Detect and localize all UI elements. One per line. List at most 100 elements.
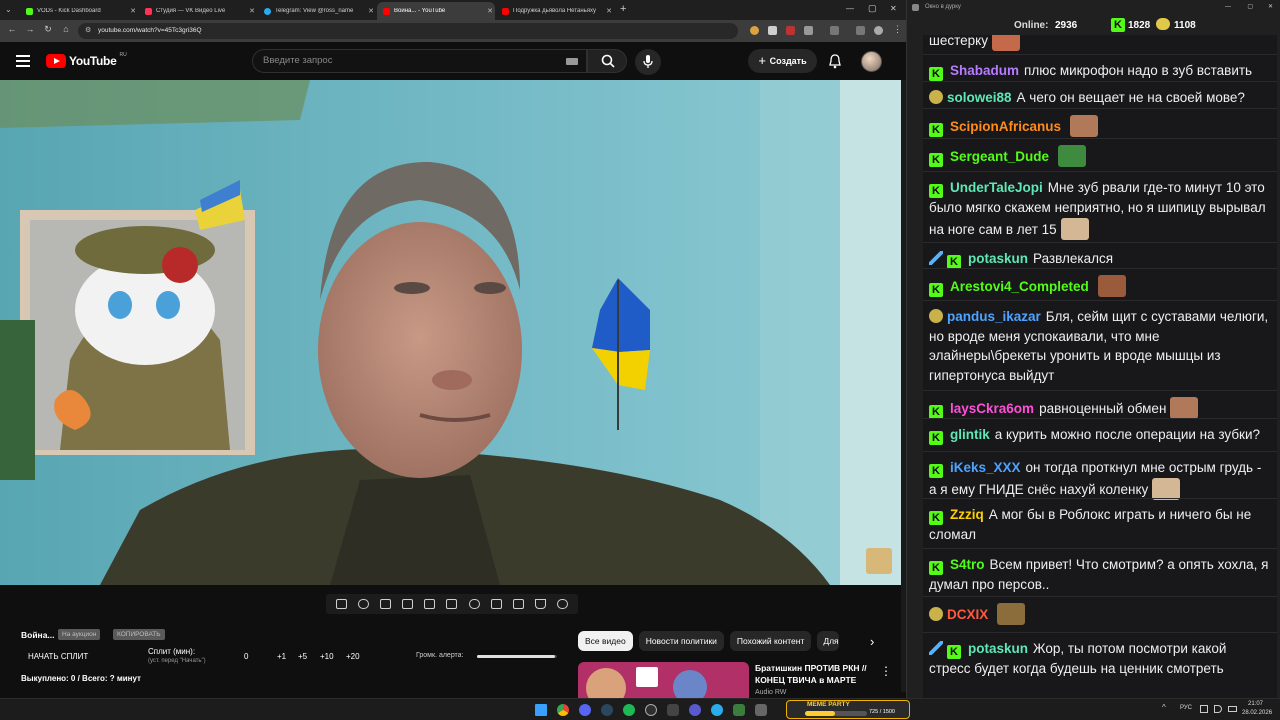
screen-icon[interactable] (424, 599, 436, 609)
add-icon[interactable] (490, 599, 502, 609)
chrome-icon[interactable] (557, 704, 569, 716)
network-icon[interactable] (1200, 705, 1208, 713)
tab-vk-studio[interactable]: Студия — VK Видео Live ✕ (139, 2, 257, 20)
minimize-button[interactable]: — (846, 4, 854, 13)
chat-username[interactable]: iKeks_XXX (950, 460, 1021, 475)
alert-volume-slider[interactable] (477, 655, 557, 658)
extension-icon[interactable] (750, 26, 759, 35)
search-button[interactable] (587, 49, 627, 73)
chat-username[interactable]: potaskun (968, 251, 1028, 266)
download-icon[interactable] (830, 26, 839, 35)
tab-youtube-2[interactable]: Подружка дьявола Нетаньяху ✕ (496, 2, 614, 20)
telegram-icon[interactable] (711, 704, 723, 716)
back-icon[interactable]: ← (6, 24, 18, 34)
video-title-line1[interactable]: Братишкин ПРОТИВ РКН // (755, 663, 867, 673)
app-icon[interactable] (689, 704, 701, 716)
reload-icon[interactable]: ↻ (42, 24, 54, 35)
meme-party-widget[interactable]: MEME PARTY 725 / 1500 (786, 700, 910, 719)
app-icon[interactable] (755, 704, 767, 716)
bell-icon[interactable] (828, 54, 842, 69)
chat-username[interactable]: S4tro (950, 557, 985, 572)
steam-icon[interactable] (601, 704, 613, 716)
video-channel[interactable]: Audio RW (755, 689, 786, 696)
forward-icon[interactable]: → (24, 24, 36, 34)
chip-politics-news[interactable]: Новости политики (638, 631, 724, 651)
screenshot-icon[interactable] (512, 599, 524, 609)
broadcast-icon[interactable] (357, 599, 369, 609)
chip-similar-content[interactable]: Похожий контент (729, 631, 812, 651)
close-tab-icon[interactable]: ✕ (247, 7, 257, 15)
menu-dots-icon[interactable]: ⋮ (893, 24, 902, 35)
menu-icon[interactable] (16, 55, 30, 67)
chat-username[interactable]: DCXIX (947, 607, 988, 622)
volume-icon[interactable] (1214, 705, 1222, 713)
chat-username[interactable]: Shabadum (950, 63, 1019, 78)
chat-username[interactable]: pandus_ikazar (947, 309, 1041, 324)
extension-icon[interactable] (786, 26, 795, 35)
clock-time[interactable]: 21:07 (1248, 701, 1263, 707)
create-button[interactable]: + Создать (748, 49, 817, 73)
app-icon[interactable] (733, 704, 745, 716)
chat-username[interactable]: solowei88 (947, 90, 1012, 105)
close-window-button[interactable]: ✕ (890, 4, 897, 13)
increment-5-button[interactable]: +5 (298, 652, 307, 661)
windows-start-icon[interactable] (535, 704, 547, 716)
increment-20-button[interactable]: +20 (346, 652, 360, 661)
chat-username[interactable]: Sergeant_Dude (950, 149, 1049, 164)
extension-icon[interactable] (768, 26, 777, 35)
close-tab-icon[interactable]: ✕ (604, 7, 614, 15)
more-options-icon[interactable]: ⋮ (880, 664, 892, 678)
chat-username[interactable]: potaskun (968, 641, 1028, 656)
extension-icon[interactable] (804, 26, 813, 35)
maximize-button[interactable]: ▢ (1247, 0, 1253, 15)
new-tab-button[interactable]: + (620, 3, 626, 15)
chat-username[interactable]: Zzziq (950, 507, 984, 522)
profile-icon[interactable] (874, 26, 883, 35)
tab-telegram[interactable]: Telegram: View @ross_name ✕ (258, 2, 376, 20)
recommended-video[interactable]: Братишкин ПРОТИВ РКН // КОНЕЦ ТВИЧА в МА… (578, 662, 900, 698)
keyboard-icon[interactable] (566, 58, 578, 65)
chat-username[interactable]: ScipionAfricanus (950, 119, 1061, 134)
increment-10-button[interactable]: +10 (320, 652, 334, 661)
chat-username[interactable]: UnderTaleJopi (950, 180, 1043, 195)
chat-username[interactable]: laysCkra6om (950, 401, 1034, 416)
subtitles-icon[interactable] (446, 599, 458, 609)
battery-icon[interactable] (1228, 706, 1237, 712)
increment-1-button[interactable]: +1 (277, 652, 286, 661)
avatar[interactable] (861, 51, 882, 72)
voice-search-button[interactable] (635, 49, 661, 75)
gear-icon[interactable] (557, 599, 569, 609)
repeat-icon[interactable] (335, 599, 347, 609)
site-info-icon[interactable]: ⚙ (85, 23, 91, 39)
clip-icon[interactable] (402, 599, 414, 609)
close-tab-icon[interactable]: ✕ (366, 7, 376, 15)
chat-username[interactable]: glintik (950, 427, 990, 442)
video-player[interactable] (0, 80, 901, 585)
tab-kick-vods[interactable]: VODs - Kick Dashboard ✕ (20, 2, 138, 20)
url-field[interactable]: ⚙ youtube.com/watch?v=45Tc3gri36Q (78, 23, 738, 39)
close-tab-icon[interactable]: ✕ (128, 7, 138, 15)
chat-username[interactable]: Arestovi4_Completed (950, 279, 1089, 294)
close-tab-icon[interactable]: ✕ (485, 7, 495, 15)
video-title-line2[interactable]: КОНЕЦ ТВИЧА в МАРТЕ (755, 675, 856, 685)
youtube-logo[interactable]: YouTube RU (46, 52, 127, 68)
tab-youtube-active[interactable]: Война... - YouTube ✕ (377, 2, 495, 20)
chip-all-videos[interactable]: Все видео (578, 631, 633, 651)
flask-icon[interactable] (535, 599, 547, 609)
close-window-button[interactable]: ✕ (1268, 0, 1273, 15)
chips-next-icon[interactable]: › (870, 634, 874, 649)
app-icon[interactable] (667, 704, 679, 716)
clock-date[interactable]: 28.02.2026 (1242, 710, 1272, 716)
obs-icon[interactable] (645, 704, 657, 716)
speed-icon[interactable] (468, 599, 480, 609)
video-thumbnail[interactable] (578, 662, 749, 698)
search-input[interactable]: Введите запрос (252, 49, 587, 73)
chat-messages[interactable]: шестерку K Shabadum плюс микрофон надо в зу… (923, 35, 1277, 698)
tab-search-icon[interactable]: ⌄ (5, 5, 12, 14)
maximize-button[interactable]: ▢ (868, 3, 877, 14)
sidebar-icon[interactable] (856, 26, 865, 35)
minimize-button[interactable]: — (1225, 0, 1231, 15)
split-value[interactable]: 0 (244, 652, 248, 661)
home-icon[interactable]: ⌂ (60, 24, 72, 34)
copy-button[interactable]: КОПИРОВАТЬ (113, 629, 165, 640)
